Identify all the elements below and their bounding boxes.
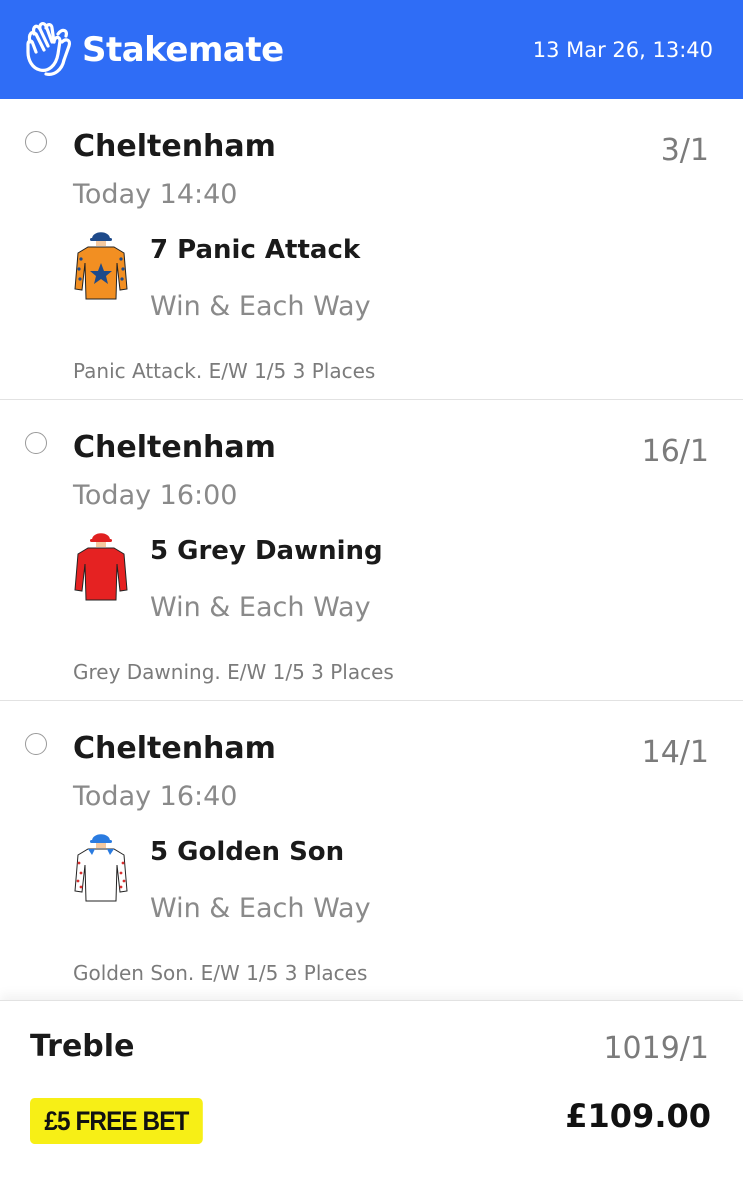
- selection-odds: 3/1: [660, 133, 709, 168]
- orange-silk-blue-star-icon: [74, 232, 128, 300]
- bet-odds: 1019/1: [603, 1031, 709, 1066]
- brand-name: Stakemate: [82, 29, 284, 70]
- market-type: Win & Each Way: [150, 592, 371, 623]
- selection-venue: Cheltenham: [73, 129, 276, 164]
- header-datetime: 13 Mar 26, 13:40: [532, 37, 713, 62]
- hands-logo-icon: [26, 21, 72, 76]
- selection-item[interactable]: Cheltenham 14/1 Today 16:40 5 Golden Son…: [0, 701, 743, 1002]
- selection-radio[interactable]: [25, 131, 47, 153]
- selection-item[interactable]: Cheltenham 3/1 Today 14:40 7 Panic Attac…: [0, 99, 743, 400]
- selection-venue: Cheltenham: [73, 731, 276, 766]
- selection-radio[interactable]: [25, 733, 47, 755]
- app-header: Stakemate 13 Mar 26, 13:40: [0, 0, 743, 99]
- free-bet-badge: £5 FREE BET: [30, 1098, 203, 1144]
- selection-odds: 16/1: [641, 434, 709, 469]
- selection-time: Today 16:00: [73, 480, 238, 511]
- selection-list: Cheltenham 3/1 Today 14:40 7 Panic Attac…: [0, 99, 743, 1002]
- selection-time: Today 14:40: [73, 179, 238, 210]
- market-type: Win & Each Way: [150, 291, 371, 322]
- bet-summary: Treble 1019/1 £5 FREE BET £109.00: [0, 1000, 743, 1200]
- each-way-terms: Golden Son. E/W 1/5 3 Places: [73, 961, 368, 985]
- selection-venue: Cheltenham: [73, 430, 276, 465]
- selection-odds: 14/1: [641, 735, 709, 770]
- white-silk-blue-cap-icon: [74, 834, 128, 902]
- each-way-terms: Grey Dawning. E/W 1/5 3 Places: [73, 660, 394, 684]
- market-type: Win & Each Way: [150, 893, 371, 924]
- red-silk-icon: [74, 533, 128, 601]
- runner-name: 5 Golden Son: [150, 837, 345, 867]
- selection-radio[interactable]: [25, 432, 47, 454]
- bet-type: Treble: [30, 1029, 135, 1064]
- brand: Stakemate: [22, 20, 284, 80]
- bet-total: £109.00: [565, 1097, 711, 1135]
- each-way-terms: Panic Attack. E/W 1/5 3 Places: [73, 359, 376, 383]
- selection-time: Today 16:40: [73, 781, 238, 812]
- selection-item[interactable]: Cheltenham 16/1 Today 16:00 5 Grey Dawni…: [0, 400, 743, 701]
- runner-name: 7 Panic Attack: [150, 235, 361, 265]
- runner-name: 5 Grey Dawning: [150, 536, 383, 566]
